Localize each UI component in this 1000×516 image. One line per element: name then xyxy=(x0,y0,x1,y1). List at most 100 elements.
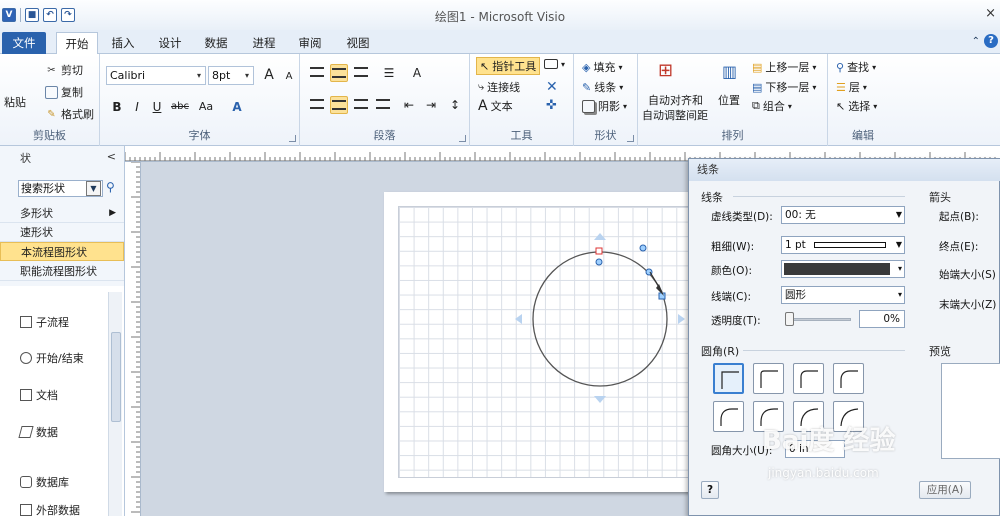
weight-select[interactable]: 1 pt ▼ xyxy=(781,236,905,254)
tab-review[interactable]: 审阅 xyxy=(290,32,330,54)
tab-view[interactable]: 视图 xyxy=(338,32,378,54)
shape-data[interactable]: 数据 xyxy=(18,424,58,440)
tab-data[interactable]: 数据 xyxy=(196,32,236,54)
grow-font-button[interactable]: A xyxy=(260,66,278,84)
corner-round-icon xyxy=(720,408,738,426)
help-icon[interactable]: ? xyxy=(984,34,998,48)
collapse-pane-icon[interactable]: < xyxy=(107,150,116,163)
align-right-button[interactable] xyxy=(352,96,370,114)
font-dialog-launcher-icon[interactable] xyxy=(289,135,296,142)
shrink-font-button[interactable]: A xyxy=(280,68,298,86)
font-name-select[interactable]: Calibri ▾ xyxy=(106,66,206,85)
justify-button[interactable] xyxy=(374,96,392,114)
rounding-option-2[interactable] xyxy=(793,363,824,394)
search-icon[interactable]: ⚲ xyxy=(106,180,115,194)
transparency-slider-thumb[interactable] xyxy=(785,312,794,326)
rounding-option-4[interactable] xyxy=(713,401,744,432)
text-tool-button[interactable]: A 文本 xyxy=(478,98,513,114)
bring-forward-button[interactable]: ▤ 上移一层 ▾ xyxy=(752,59,816,75)
change-case-button[interactable]: Aa xyxy=(194,98,218,116)
strikethrough-button[interactable]: abc xyxy=(168,98,192,116)
format-painter-button[interactable]: ✎ 格式刷 xyxy=(45,106,94,122)
category-basic-flowchart[interactable]: 本流程图形状 xyxy=(0,242,124,261)
shadow-button[interactable]: 阴影 ▾ xyxy=(582,98,627,114)
close-x-icon[interactable]: ✕ xyxy=(546,79,558,95)
font-size-select[interactable]: 8pt ▾ xyxy=(208,66,254,85)
bold-button[interactable]: B xyxy=(108,98,126,116)
drawing-page[interactable] xyxy=(384,192,704,492)
pointer-tool-button[interactable]: ↖ 指针工具 xyxy=(476,57,541,75)
line-cap-select[interactable]: 圆形 ▾ xyxy=(781,286,905,304)
tab-home[interactable]: 开始 xyxy=(56,32,98,55)
auto-space-label[interactable]: 自动调整间距 xyxy=(642,107,708,123)
underline-button[interactable]: U xyxy=(148,98,166,116)
align-center-button[interactable] xyxy=(330,96,348,114)
chevron-down-icon[interactable]: ▼ xyxy=(86,181,101,196)
shape-database[interactable]: 数据库 xyxy=(20,474,69,490)
paragraph-group-label: 段落 xyxy=(373,129,396,142)
layers-button[interactable]: ☰ 层 ▾ xyxy=(836,79,867,95)
rectangle-tool-button[interactable]: ▾ xyxy=(544,59,565,69)
tab-process[interactable]: 进程 xyxy=(244,32,284,54)
group-button[interactable]: ⧉ 组合 ▾ xyxy=(752,98,792,114)
line-spacing-button[interactable]: ↕ xyxy=(446,96,464,114)
ruler-ticks xyxy=(131,162,140,513)
watermark-logo: Bai度 经验 xyxy=(762,426,896,456)
fill-button[interactable]: ◈ 填充 ▾ xyxy=(582,59,622,75)
database-shape-icon xyxy=(20,476,32,488)
cut-button[interactable]: ✂ 剪切 xyxy=(45,62,83,78)
paragraph-dialog-launcher-icon[interactable] xyxy=(459,135,466,142)
transparency-slider-track[interactable] xyxy=(787,318,851,321)
copy-button[interactable]: 复制 xyxy=(45,84,83,100)
stencil-scrollbar[interactable] xyxy=(108,292,122,516)
document-shape-icon xyxy=(20,389,32,401)
paste-button[interactable]: 粘贴 xyxy=(4,94,26,110)
select-button[interactable]: ↖ 选择 ▾ xyxy=(836,98,877,114)
italic-button[interactable]: I xyxy=(128,98,146,116)
circle-shape[interactable] xyxy=(384,192,704,492)
category-cross-functional[interactable]: 职能流程图形状 xyxy=(0,262,124,281)
decrease-indent-button[interactable]: ⇤ xyxy=(400,96,418,114)
text-direction-button[interactable]: A xyxy=(408,64,426,82)
font-color-button[interactable]: A xyxy=(228,98,246,116)
justify-icon xyxy=(376,99,390,109)
tab-insert[interactable]: 插入 xyxy=(104,32,142,54)
bullets-button[interactable]: ☰ xyxy=(380,64,398,82)
category-more-shapes[interactable]: 多形状 ▶ xyxy=(0,204,124,223)
close-window-icon[interactable]: × xyxy=(985,6,996,21)
begin-arrow-label: 起点(B): xyxy=(939,211,979,223)
color-select[interactable]: ▾ xyxy=(781,260,905,278)
apply-button[interactable]: 应用(A) xyxy=(919,481,971,499)
shape-dialog-launcher-icon[interactable] xyxy=(627,135,634,142)
auto-align-label[interactable]: 自动对齐和 xyxy=(648,92,703,108)
line-button[interactable]: ✎ 线条 ▾ xyxy=(582,79,623,95)
shape-group: ◈ 填充 ▾ ✎ 线条 ▾ 阴影 ▾ 形状 xyxy=(574,54,638,146)
tab-design[interactable]: 设计 xyxy=(150,32,190,54)
shape-start-end[interactable]: 开始/结束 xyxy=(20,350,84,366)
connector-tool-button[interactable]: ⤷ 连接线 xyxy=(478,79,520,95)
align-bottom-button[interactable] xyxy=(352,64,370,82)
shape-external-data[interactable]: 外部数据 xyxy=(20,502,80,516)
corner-square-icon xyxy=(721,371,739,389)
connection-point-icon[interactable]: ✜ xyxy=(546,98,557,113)
rounding-option-none[interactable] xyxy=(713,363,744,394)
rounding-option-1[interactable] xyxy=(753,363,784,394)
align-middle-button[interactable] xyxy=(330,64,348,82)
align-top-button[interactable] xyxy=(308,64,326,82)
tab-file[interactable]: 文件 xyxy=(2,32,46,54)
rounding-option-3[interactable] xyxy=(833,363,864,394)
scrollbar-thumb[interactable] xyxy=(111,332,121,422)
category-quick-shapes[interactable]: 速形状 xyxy=(0,223,124,242)
send-backward-button[interactable]: ▤ 下移一层 ▾ xyxy=(752,79,816,95)
align-left-button[interactable] xyxy=(308,96,326,114)
dash-type-select[interactable]: 00: 无 ▼ xyxy=(781,206,905,224)
help-button[interactable]: ? xyxy=(701,481,719,499)
transparency-input[interactable]: 0% xyxy=(859,310,905,328)
shape-document[interactable]: 文档 xyxy=(20,387,58,403)
minimize-ribbon-icon[interactable]: ⌃ xyxy=(972,36,980,47)
color-label: 颜色(O): xyxy=(711,265,752,277)
increase-indent-button[interactable]: ⇥ xyxy=(422,96,440,114)
find-button[interactable]: ⚲ 查找 ▾ xyxy=(836,59,876,75)
position-button[interactable]: 位置 xyxy=(718,92,740,108)
shape-subprocess[interactable]: 子流程 xyxy=(20,314,69,330)
